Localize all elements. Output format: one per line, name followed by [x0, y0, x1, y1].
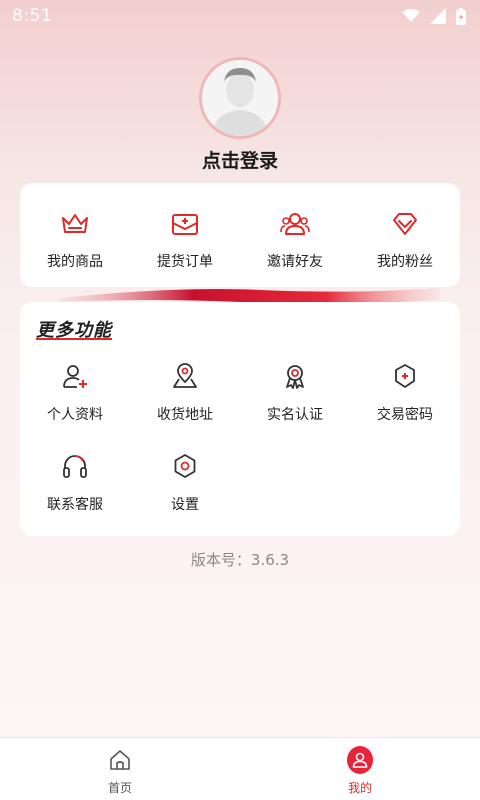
location-icon: [171, 362, 199, 390]
feature-label: 个人资料: [47, 407, 103, 423]
quick-item-label: 提货订单: [157, 254, 213, 270]
quick-item-invite-friends[interactable]: 邀请好友: [240, 183, 350, 287]
quick-item-label: 我的商品: [47, 254, 103, 270]
more-features-title: 更多功能: [36, 320, 112, 341]
more-features-card: 更多功能 个人资料 收货地址 实名认证 交易密码 联系客服 设置: [20, 302, 460, 536]
bottom-tab-bar: 首页 我的: [0, 737, 480, 800]
feature-settings[interactable]: 设置: [130, 448, 240, 538]
quick-item-label: 我的粉丝: [377, 254, 433, 270]
feature-label: 联系客服: [47, 497, 103, 513]
feature-customer-service[interactable]: 联系客服: [20, 448, 130, 538]
quick-item-my-fans[interactable]: 我的粉丝: [350, 183, 460, 287]
status-bar: 8:51: [0, 0, 480, 32]
feature-real-name-auth[interactable]: 实名认证: [240, 358, 350, 448]
battery-icon: [456, 7, 466, 25]
signal-icon: [430, 8, 446, 24]
feature-label: 交易密码: [377, 407, 433, 423]
feature-label: 设置: [171, 497, 199, 513]
feature-label: 实名认证: [267, 407, 323, 423]
headset-icon: [61, 452, 89, 480]
tab-mine-label: 我的: [347, 781, 372, 795]
user-icon: [347, 746, 373, 774]
invite-friends-icon: [280, 209, 310, 239]
shield-icon: [391, 362, 419, 390]
order-envelope-icon: [170, 209, 200, 239]
certificate-icon: [281, 362, 309, 390]
status-time: 8:51: [12, 6, 53, 26]
feature-personal-info[interactable]: 个人资料: [20, 358, 130, 448]
tab-home-label: 首页: [107, 781, 132, 795]
status-icons: [402, 7, 466, 25]
quick-item-my-goods[interactable]: 我的商品: [20, 183, 130, 287]
feature-shipping-address[interactable]: 收货地址: [130, 358, 240, 448]
wifi-icon: [402, 9, 420, 23]
home-icon: [107, 747, 133, 773]
settings-icon: [171, 452, 199, 480]
quick-item-label: 邀请好友: [267, 254, 323, 270]
version-text: 版本号：3.6.3: [190, 551, 290, 569]
feature-label: 收货地址: [157, 407, 213, 423]
diamond-icon: [390, 209, 420, 239]
feature-trade-password[interactable]: 交易密码: [350, 358, 460, 448]
tab-mine[interactable]: 我的: [240, 738, 480, 800]
login-link[interactable]: 点击登录: [0, 146, 480, 173]
default-avatar-icon: [202, 60, 278, 136]
quick-item-pickup-orders[interactable]: 提货订单: [130, 183, 240, 287]
more-features-grid: 个人资料 收货地址 实名认证 交易密码 联系客服 设置: [20, 358, 460, 538]
crown-icon: [60, 209, 90, 239]
tab-home[interactable]: 首页: [0, 738, 240, 800]
avatar[interactable]: [199, 57, 281, 139]
quick-actions-card: 我的商品 提货订单 邀请好友 我的粉丝: [20, 183, 460, 287]
user-add-icon: [61, 362, 89, 390]
